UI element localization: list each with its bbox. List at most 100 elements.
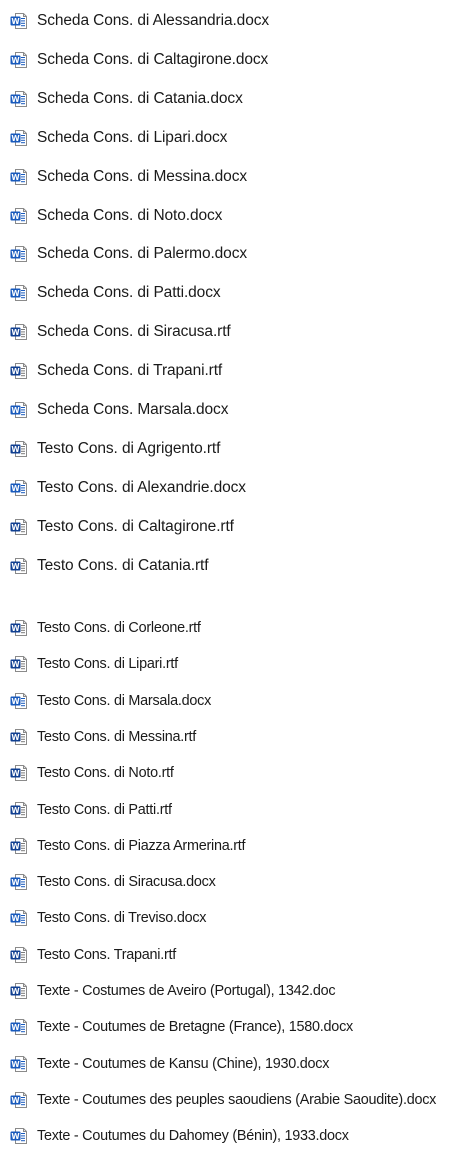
file-name: Testo Cons. di Siracusa.docx (37, 874, 216, 891)
word-document-icon: W (10, 692, 27, 709)
file-item[interactable]: W Scheda Cons. di Palermo.docx (10, 243, 247, 265)
word-document-icon: W (10, 246, 27, 263)
file-item[interactable]: W Scheda Cons. di Patti.docx (10, 282, 221, 304)
svg-text:W: W (11, 561, 20, 570)
svg-text:W: W (11, 133, 20, 142)
svg-text:W: W (11, 733, 20, 742)
file-item[interactable]: W Testo Cons. di Messina.rtf (10, 726, 196, 748)
file-item[interactable]: W Testo Cons. di Piazza Armerina.rtf (10, 835, 246, 857)
file-item[interactable]: W Testo Cons. Trapani.rtf (10, 944, 176, 966)
file-item[interactable]: W Scheda Cons. di Messina.docx (10, 166, 247, 188)
file-item[interactable]: W Scheda Cons. di Catania.docx (10, 88, 243, 110)
file-name: Testo Cons. di Lipari.rtf (37, 656, 178, 673)
file-item[interactable]: W Testo Cons. di Siracusa.docx (10, 871, 216, 893)
svg-text:W: W (11, 950, 20, 959)
word-document-icon: W (10, 168, 27, 185)
svg-text:W: W (11, 250, 20, 259)
file-name: Scheda Cons. Marsala.docx (37, 401, 229, 418)
svg-text:W: W (11, 406, 20, 415)
file-name: Texte - Coutumes de Kansu (Chine), 1930.… (37, 1055, 330, 1072)
word-document-icon: W (10, 207, 27, 224)
file-name: Scheda Cons. di Caltagirone.docx (37, 50, 269, 68)
file-name: Scheda Cons. di Catania.docx (37, 89, 243, 107)
svg-text:W: W (11, 484, 20, 493)
svg-text:W: W (11, 842, 20, 851)
word-document-icon: W (10, 1128, 27, 1145)
rtf-document-icon: W (10, 557, 27, 574)
rtf-document-icon: W (10, 728, 27, 745)
file-name: Testo Cons. di Marsala.docx (37, 692, 212, 709)
file-item[interactable]: W Testo Cons. di Agrigento.rtf (10, 438, 220, 460)
file-item[interactable]: W Testo Cons. di Marsala.docx (10, 690, 211, 712)
file-name: Scheda Cons. di Palermo.docx (37, 245, 248, 263)
file-item[interactable]: W Scheda Cons. di Siracusa.rtf (10, 321, 231, 343)
svg-text:W: W (11, 1096, 20, 1105)
file-item[interactable]: W Scheda Cons. di Alessandria.docx (10, 10, 269, 32)
word-document-icon: W (10, 285, 27, 302)
file-item[interactable]: W Texte - Coutumes du Dahomey (Bénin), 19… (10, 1125, 349, 1147)
file-name: Scheda Cons. di Noto.docx (37, 206, 223, 224)
word-document-icon: W (10, 910, 27, 927)
file-item[interactable]: W Texte - Coutumes de Bretagne (France), … (10, 1016, 353, 1038)
file-name: Scheda Cons. di Trapani.rtf (37, 362, 223, 380)
file-item[interactable]: W Testo Cons. di Alexandrie.docx (10, 477, 246, 499)
rtf-document-icon: W (10, 363, 27, 380)
word-document-icon: W (10, 51, 27, 68)
file-name: Testo Cons. di Patti.rtf (37, 801, 172, 818)
file-item[interactable]: W Testo Cons. di Caltagirone.rtf (10, 516, 234, 538)
file-name: Scheda Cons. di Alessandria.docx (37, 12, 270, 29)
svg-text:W: W (11, 987, 20, 996)
svg-text:W: W (11, 17, 20, 26)
word-document-icon: W (10, 129, 27, 146)
svg-text:W: W (11, 769, 20, 778)
svg-text:W: W (11, 56, 20, 65)
file-item[interactable]: W Scheda Cons. di Caltagirone.docx (10, 49, 268, 71)
svg-text:W: W (11, 328, 20, 337)
file-item[interactable]: W Texte - Coutumes de Kansu (Chine), 1930… (10, 1053, 329, 1075)
file-item[interactable]: W Testo Cons. di Treviso.docx (10, 907, 206, 929)
file-item[interactable]: W Testo Cons. di Corleone.rtf (10, 617, 201, 639)
file-name: Testo Cons. di Alexandrie.docx (37, 478, 246, 496)
file-name: Texte - Coutumes des peuples saoudiens (… (37, 1091, 437, 1108)
file-item[interactable]: W Testo Cons. di Catania.rtf (10, 555, 209, 577)
file-item[interactable]: W Scheda Cons. di Trapani.rtf (10, 360, 222, 382)
svg-text:W: W (11, 914, 20, 923)
file-name: Scheda Cons. di Lipari.docx (37, 128, 228, 146)
word-document-icon: W (10, 402, 27, 418)
svg-text:W: W (11, 1023, 20, 1032)
file-item[interactable]: W Scheda Cons. di Noto.docx (10, 205, 222, 227)
file-name: Texte - Coutumes du Dahomey (Bénin), 193… (37, 1128, 349, 1145)
file-item[interactable]: W Scheda Cons. di Lipari.docx (10, 127, 227, 149)
file-item[interactable]: W Testo Cons. di Lipari.rtf (10, 653, 178, 675)
file-name: Testo Cons. di Caltagirone.rtf (37, 517, 234, 535)
svg-text:W: W (11, 1059, 20, 1068)
svg-text:W: W (11, 367, 20, 376)
file-item[interactable]: W Texte - Coutumes des peuples saoudiens … (10, 1089, 436, 1111)
rtf-document-icon: W (10, 801, 27, 818)
word-document-icon: W (10, 1019, 27, 1036)
file-item[interactable]: W Texte - Costumes de Aveiro (Portugal), … (10, 980, 336, 1002)
word-document-icon: W (10, 90, 27, 107)
svg-text:W: W (11, 660, 20, 669)
file-name: Testo Cons. di Piazza Armerina.rtf (37, 837, 246, 854)
file-item[interactable]: W Testo Cons. di Noto.rtf (10, 762, 174, 784)
rtf-document-icon: W (10, 765, 27, 782)
rtf-document-icon: W (10, 620, 27, 636)
file-item[interactable]: W Scheda Cons. Marsala.docx (10, 399, 228, 421)
file-name: Testo Cons. di Agrigento.rtf (37, 439, 221, 457)
svg-text:W: W (11, 289, 20, 298)
file-name: Testo Cons. Trapani.rtf (37, 946, 177, 963)
svg-text:W: W (11, 95, 20, 104)
svg-text:W: W (11, 624, 20, 633)
file-name: Texte - Coutumes de Bretagne (France), 1… (37, 1019, 353, 1036)
file-name: Scheda Cons. di Patti.docx (37, 284, 221, 302)
file-item[interactable]: W Testo Cons. di Patti.rtf (10, 799, 172, 821)
file-name: Testo Cons. di Noto.rtf (37, 765, 174, 782)
svg-text:W: W (11, 522, 20, 531)
svg-text:W: W (11, 211, 20, 220)
word-document-icon: W (10, 1055, 27, 1072)
word-document-icon: W (10, 1091, 27, 1108)
rtf-document-icon: W (10, 656, 27, 673)
rtf-document-icon: W (10, 946, 27, 963)
svg-text:W: W (11, 445, 20, 454)
